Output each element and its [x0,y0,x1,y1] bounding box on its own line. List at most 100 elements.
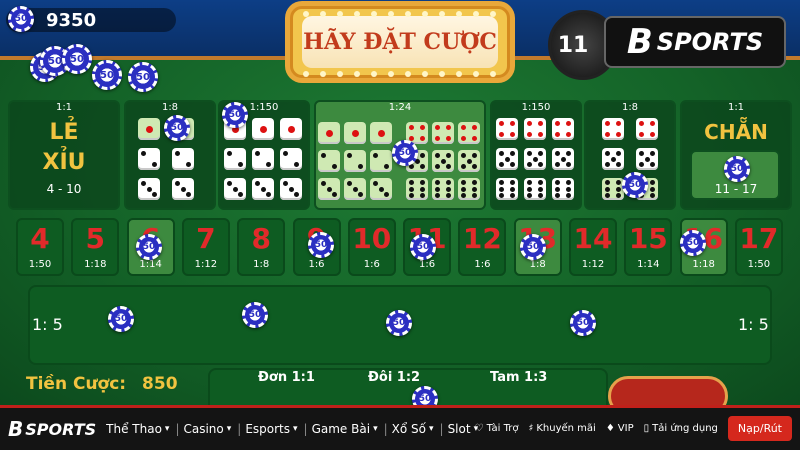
chevron-down-icon: ▾ [373,424,378,434]
sum-value: 8 [251,222,271,255]
nav-item[interactable]: Thể Thao ▾ [106,422,169,436]
sum-odds: 1:6 [308,259,325,270]
light-bulb-icon [320,11,326,17]
light-bulb-icon [354,11,360,17]
nav-item[interactable]: Slot ▾ [448,422,479,436]
balance-value: 9350 [46,9,97,31]
placed-chip-icon[interactable]: 50 [222,102,248,128]
die-face-2-icon [252,148,274,170]
placed-chip-icon[interactable]: 50 [412,386,438,405]
group-odds: 1:24 [388,102,412,113]
sum-odds: 1:12 [581,259,605,270]
placed-chip-icon[interactable]: 50 [520,234,546,260]
nav-logo[interactable]: B SPORTS [8,417,96,441]
die-face-6-icon [458,178,480,200]
sum-odds: 1:6 [474,259,491,270]
combo-right-odds: 1: 5 [738,315,769,334]
die-face-3-icon [138,178,160,200]
die-face-3-icon [318,178,340,200]
light-bulb-icon [422,71,428,77]
light-bulb-icon [337,71,343,77]
nav-menu: Thể Thao ▾ | Casino ▾ | Esports ▾ | Game Bài ▾ | Xổ … [106,422,479,436]
placed-chip-icon[interactable]: 50 [242,302,268,328]
placed-chip-icon[interactable]: 50 [680,230,706,256]
chan-range: 11 - 17 [714,182,758,196]
die-face-1-icon [370,122,392,144]
die-face-4-icon [602,118,624,140]
nav-item[interactable]: Casino ▾ [183,422,231,436]
group-odds: 1:8 [161,102,179,113]
die-face-6-icon [432,178,454,200]
light-bulb-icon [422,11,428,17]
sum-value: 12 [462,222,502,255]
promo-link[interactable]: ♯ Khuyến mãi [529,423,596,434]
die-face-4-icon [552,118,574,140]
chip-stack[interactable]: 50 [62,44,92,74]
chip-stack[interactable]: 50 [128,62,158,92]
chip-stack[interactable]: 50 [92,60,122,90]
placed-chip-icon[interactable]: 50 [308,232,334,258]
die-face-4-icon [432,122,454,144]
nav-item[interactable]: Game Bài ▾ [312,422,378,436]
place-bet-sign: HÃY ĐẶT CƯỢC [290,6,510,78]
nav-item[interactable]: Esports ▾ [245,422,297,436]
die-face-3-icon [224,178,246,200]
light-bulb-icon [473,11,479,17]
don-label: Đơn 1:1 [258,370,315,385]
sum-bet-cell[interactable]: 7 1:12 [181,218,230,276]
sum-odds: 1:18 [692,259,715,270]
placed-chip-icon[interactable]: 50 [622,172,648,198]
die-face-4-icon [496,118,518,140]
die-face-4-icon [458,122,480,144]
placed-chip-icon[interactable]: 50 [108,306,134,332]
brand-logo: B SPORTS [604,16,786,68]
placed-chip-icon[interactable]: 50 [724,156,750,182]
sum-odds: 1:6 [419,259,436,270]
light-bulb-icon [303,71,309,77]
sum-bet-cell[interactable]: 12 1:6 [458,218,507,276]
placed-chip-icon[interactable]: 50 [570,310,596,336]
sum-odds: 1:18 [84,259,107,270]
die-face-6-icon [602,178,624,200]
die-face-4-icon [636,118,658,140]
banner-text: HÃY ĐẶT CƯỢC [302,16,498,68]
sum-bet-cell[interactable]: 17 1:50 [734,218,783,276]
combo-left-odds: 1: 5 [32,315,63,334]
deposit-button[interactable]: Nạp/Rút [727,416,792,441]
die-face-2-icon [172,148,194,170]
bet-total-label: Tiền Cược: [26,374,127,394]
chevron-down-icon: ▾ [293,424,298,434]
die-face-1-icon [252,118,274,140]
chevron-down-icon: ▾ [226,424,232,434]
bottom-navbar: B SPORTS Thể Thao ▾ | Casino ▾ | Esports ▾ | Game … [0,405,800,450]
light-bulb-icon [303,11,309,17]
action-button[interactable] [608,376,728,405]
sum-bet-cell[interactable]: 4 1:50 [16,218,64,276]
sum-bet-cell[interactable]: 15 1:14 [624,218,673,276]
light-bulb-icon [439,11,445,17]
chevron-down-icon: ▾ [428,424,434,434]
placed-chip-icon[interactable]: 50 [392,140,418,166]
download-app-link[interactable]: ▯ Tải ứng dụng [644,423,718,434]
sum-bet-cell[interactable]: 10 1:6 [347,218,396,276]
vip-link[interactable]: ♦ VIP [606,423,634,434]
nav-item[interactable]: Xổ Số ▾ [392,422,434,436]
sum-bet-cell[interactable]: 8 1:8 [237,218,286,276]
light-bulb-icon [388,71,394,77]
placed-chip-icon[interactable]: 50 [386,310,412,336]
die-face-5-icon [602,148,624,170]
xiu-label: XỈU [42,150,86,175]
le-label: LẺ [49,120,79,145]
die-face-1-icon [344,122,366,144]
sponsor-link[interactable]: ♡ Tài Trợ [475,423,519,434]
placed-chip-icon[interactable]: 50 [136,234,162,260]
placed-chip-icon[interactable]: 50 [410,234,436,260]
sum-bet-cell[interactable]: 5 1:18 [71,218,120,276]
placed-chip-icon[interactable]: 50 [164,115,190,141]
sum-value: 4 [30,222,50,255]
light-bulb-icon [337,11,343,17]
die-face-6-icon [524,178,546,200]
sum-bet-cell[interactable]: 14 1:12 [569,218,617,276]
die-face-1-icon [280,118,302,140]
bet-total-value: 850 [142,374,178,394]
